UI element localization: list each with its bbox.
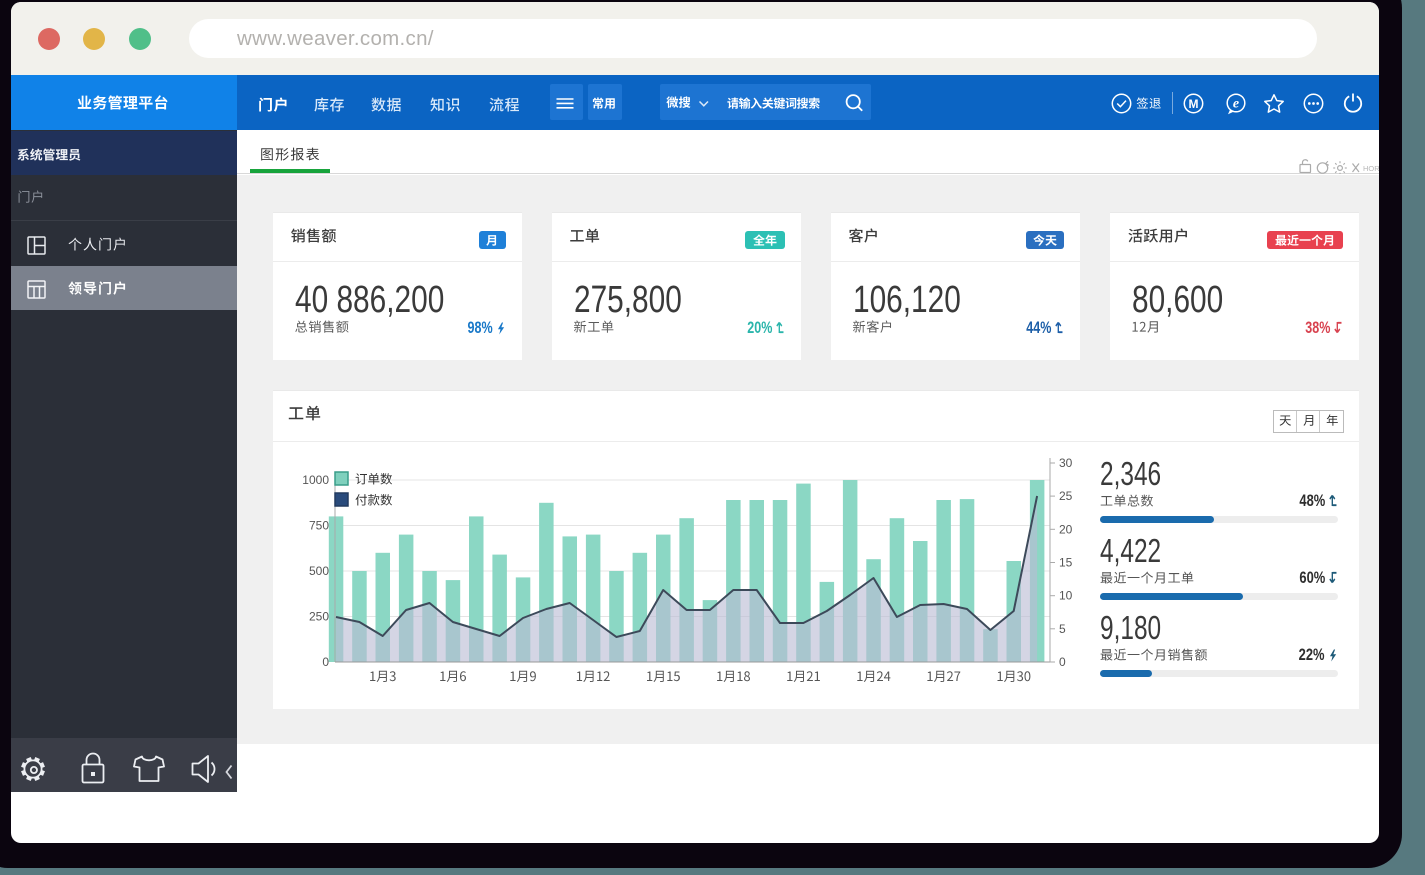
svg-text:5: 5 — [1059, 622, 1066, 636]
svg-text:1000: 1000 — [302, 473, 329, 487]
svg-text:25: 25 — [1059, 489, 1073, 503]
svg-text:30: 30 — [1059, 456, 1073, 470]
svg-text:750: 750 — [309, 519, 329, 533]
svg-text:e: e — [1233, 97, 1239, 112]
svg-text:HOR: HOR — [1363, 164, 1379, 173]
svg-text:500: 500 — [309, 564, 329, 578]
svg-text:M: M — [1189, 97, 1199, 111]
svg-text:15: 15 — [1059, 556, 1073, 570]
svg-text:0: 0 — [322, 655, 329, 669]
svg-text:10: 10 — [1059, 589, 1073, 603]
svg-text:250: 250 — [309, 610, 329, 624]
svg-text:20: 20 — [1059, 522, 1073, 536]
svg-text:0: 0 — [1059, 655, 1066, 669]
